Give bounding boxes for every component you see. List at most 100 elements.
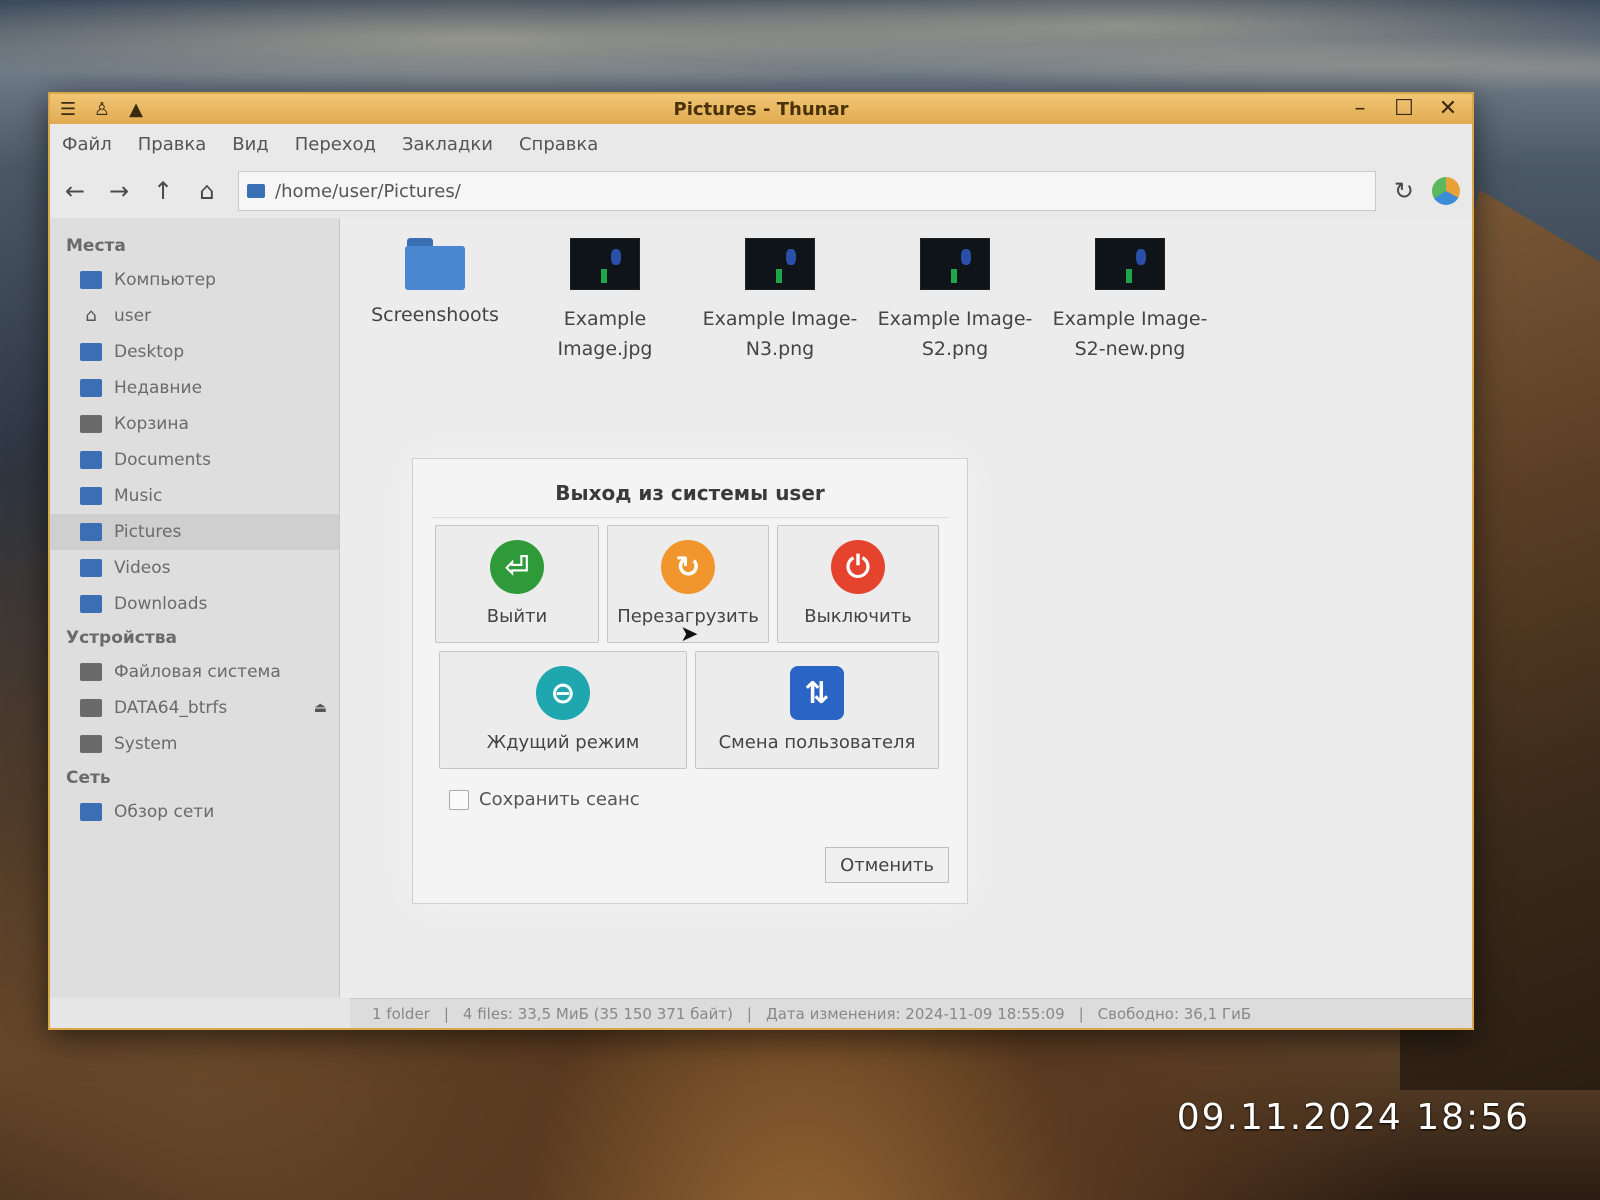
sidebar-header-devices: Устройства bbox=[66, 628, 177, 648]
logout-dialog: Выход из системы user ⏎ Выйти ↻ Перезагр… bbox=[412, 458, 968, 904]
sidebar-item-label: Недавние bbox=[114, 378, 203, 398]
reboot-icon: ↻ bbox=[661, 540, 715, 594]
sidebar-item-label: user bbox=[114, 306, 152, 326]
file-name: Example Image-N3.png bbox=[702, 308, 858, 360]
cancel-button[interactable]: Отменить bbox=[825, 847, 949, 883]
sidebar-item-documents[interactable]: Documents bbox=[50, 442, 339, 478]
file-name: Example Image-S2-new.png bbox=[1052, 308, 1208, 360]
sidebar-item-desktop[interactable]: Desktop bbox=[50, 334, 339, 370]
sidebar: Места Компьютер ⌂ user Desktop Недавние К… bbox=[50, 218, 340, 998]
file-name: Screenshoots bbox=[371, 304, 499, 326]
shutdown-label: Выключить bbox=[804, 606, 912, 627]
recent-icon bbox=[80, 379, 102, 397]
sidebar-item-user[interactable]: ⌂ user bbox=[50, 298, 339, 334]
drive-icon bbox=[80, 663, 102, 681]
mouse-pointer-icon: ➤ bbox=[680, 622, 699, 647]
sidebar-item-recent[interactable]: Недавние bbox=[50, 370, 339, 406]
save-session-row: Сохранить сеанс bbox=[449, 789, 640, 810]
sidebar-item-pictures[interactable]: Pictures bbox=[50, 514, 339, 550]
keep-above-icon[interactable]: ▲ bbox=[126, 99, 146, 120]
image-thumbnail bbox=[745, 238, 815, 290]
folder-icon bbox=[80, 559, 102, 577]
sidebar-item-filesystem[interactable]: Файловая система bbox=[50, 654, 339, 690]
image-thumbnail bbox=[1095, 238, 1165, 290]
sidebar-item-label: Music bbox=[114, 486, 163, 506]
folder-icon bbox=[80, 595, 102, 613]
switch-user-icon: ⇅ bbox=[790, 666, 844, 720]
file-item[interactable]: Screenshoots bbox=[350, 238, 520, 330]
back-button[interactable]: ← bbox=[62, 177, 88, 205]
menu-edit[interactable]: Правка bbox=[138, 134, 207, 155]
location-path: /home/user/Pictures/ bbox=[275, 180, 461, 202]
file-item[interactable]: Example Image-S2.png bbox=[870, 238, 1040, 364]
drive-icon bbox=[80, 735, 102, 753]
switch-user-button[interactable]: ⇅ Смена пользователя bbox=[695, 651, 939, 769]
maximize-button[interactable]: ☐ bbox=[1392, 96, 1416, 121]
logout-label: Выйти bbox=[486, 606, 548, 627]
desktop-icon bbox=[80, 343, 102, 361]
location-bar[interactable]: /home/user/Pictures/ bbox=[238, 171, 1376, 211]
image-thumbnail bbox=[570, 238, 640, 290]
logout-icon: ⏎ bbox=[490, 540, 544, 594]
switch-user-label: Смена пользователя bbox=[718, 732, 916, 753]
sticky-icon[interactable]: ♙ bbox=[92, 99, 112, 120]
home-icon: ⌂ bbox=[85, 305, 97, 326]
sidebar-item-label: Корзина bbox=[114, 414, 189, 434]
folder-icon bbox=[80, 523, 102, 541]
sidebar-header-places: Места bbox=[66, 236, 126, 256]
file-item[interactable]: Example Image.jpg bbox=[520, 238, 690, 364]
up-button[interactable]: ↑ bbox=[150, 177, 176, 205]
sidebar-item-trash[interactable]: Корзина bbox=[50, 406, 339, 442]
folder-icon bbox=[80, 487, 102, 505]
forward-button[interactable]: → bbox=[106, 177, 132, 205]
sidebar-item-label: Обзор сети bbox=[114, 802, 215, 822]
image-thumbnail bbox=[920, 238, 990, 290]
home-button[interactable]: ⌂ bbox=[194, 177, 220, 205]
logout-button[interactable]: ⏎ Выйти bbox=[435, 525, 599, 643]
trash-icon bbox=[80, 415, 102, 433]
sidebar-item-label: Pictures bbox=[114, 522, 182, 542]
divider bbox=[431, 517, 949, 518]
dialog-title: Выход из системы user bbox=[555, 481, 825, 505]
minimize-button[interactable]: – bbox=[1348, 96, 1372, 121]
status-files: 4 files: 33,5 МиБ (35 150 371 байт) bbox=[462, 1004, 733, 1023]
suspend-button[interactable]: ⊖ Ждущий режим bbox=[439, 651, 687, 769]
computer-icon bbox=[80, 271, 102, 289]
drive-icon bbox=[80, 699, 102, 717]
file-item[interactable]: Example Image-N3.png bbox=[695, 238, 865, 364]
sidebar-item-videos[interactable]: Videos bbox=[50, 550, 339, 586]
network-icon bbox=[80, 803, 102, 821]
sidebar-item-system[interactable]: System bbox=[50, 726, 339, 762]
sidebar-item-data64[interactable]: DATA64_btrfs ⏏ bbox=[50, 690, 339, 726]
menu-bookmarks[interactable]: Закладки bbox=[402, 134, 493, 155]
sidebar-item-label: Desktop bbox=[114, 342, 185, 362]
sidebar-header-network: Сеть bbox=[66, 768, 111, 788]
file-item[interactable]: Example Image-S2-new.png bbox=[1045, 238, 1215, 364]
shutdown-button[interactable]: ⏻ Выключить bbox=[777, 525, 939, 643]
menu-help[interactable]: Справка bbox=[519, 134, 598, 155]
sidebar-item-music[interactable]: Music bbox=[50, 478, 339, 514]
status-folders: 1 folder bbox=[372, 1004, 430, 1023]
menu-go[interactable]: Переход bbox=[295, 134, 376, 155]
close-button[interactable]: ✕ bbox=[1436, 96, 1460, 121]
window-title: Pictures - Thunar bbox=[673, 99, 849, 120]
eject-icon[interactable]: ⏏ bbox=[314, 700, 327, 716]
window-menu-icon[interactable]: ☰ bbox=[58, 99, 78, 120]
save-session-checkbox[interactable] bbox=[449, 789, 469, 810]
toolbar: ← → ↑ ⌂ /home/user/Pictures/ ↻ bbox=[50, 164, 1472, 218]
sidebar-item-browse-network[interactable]: Обзор сети bbox=[50, 794, 339, 830]
sidebar-item-computer[interactable]: Компьютер bbox=[50, 262, 339, 298]
reload-button[interactable]: ↻ bbox=[1394, 177, 1414, 205]
sidebar-item-label: Файловая система bbox=[114, 662, 281, 682]
titlebar: ☰ ♙ ▲ Pictures - Thunar – ☐ ✕ bbox=[50, 94, 1472, 124]
statusbar: 1 folder | 4 files: 33,5 МиБ (35 150 371… bbox=[350, 998, 1472, 1028]
status-free: Свободно: 36,1 ГиБ bbox=[1097, 1004, 1252, 1023]
power-icon: ⏻ bbox=[831, 540, 885, 594]
sidebar-item-label: Videos bbox=[114, 558, 171, 578]
menu-file[interactable]: Файл bbox=[62, 134, 112, 155]
file-name: Example Image.jpg bbox=[557, 308, 653, 360]
sidebar-item-downloads[interactable]: Downloads bbox=[50, 586, 339, 622]
sidebar-item-label: Downloads bbox=[114, 594, 208, 614]
menu-view[interactable]: Вид bbox=[232, 134, 269, 155]
folder-icon bbox=[80, 451, 102, 469]
